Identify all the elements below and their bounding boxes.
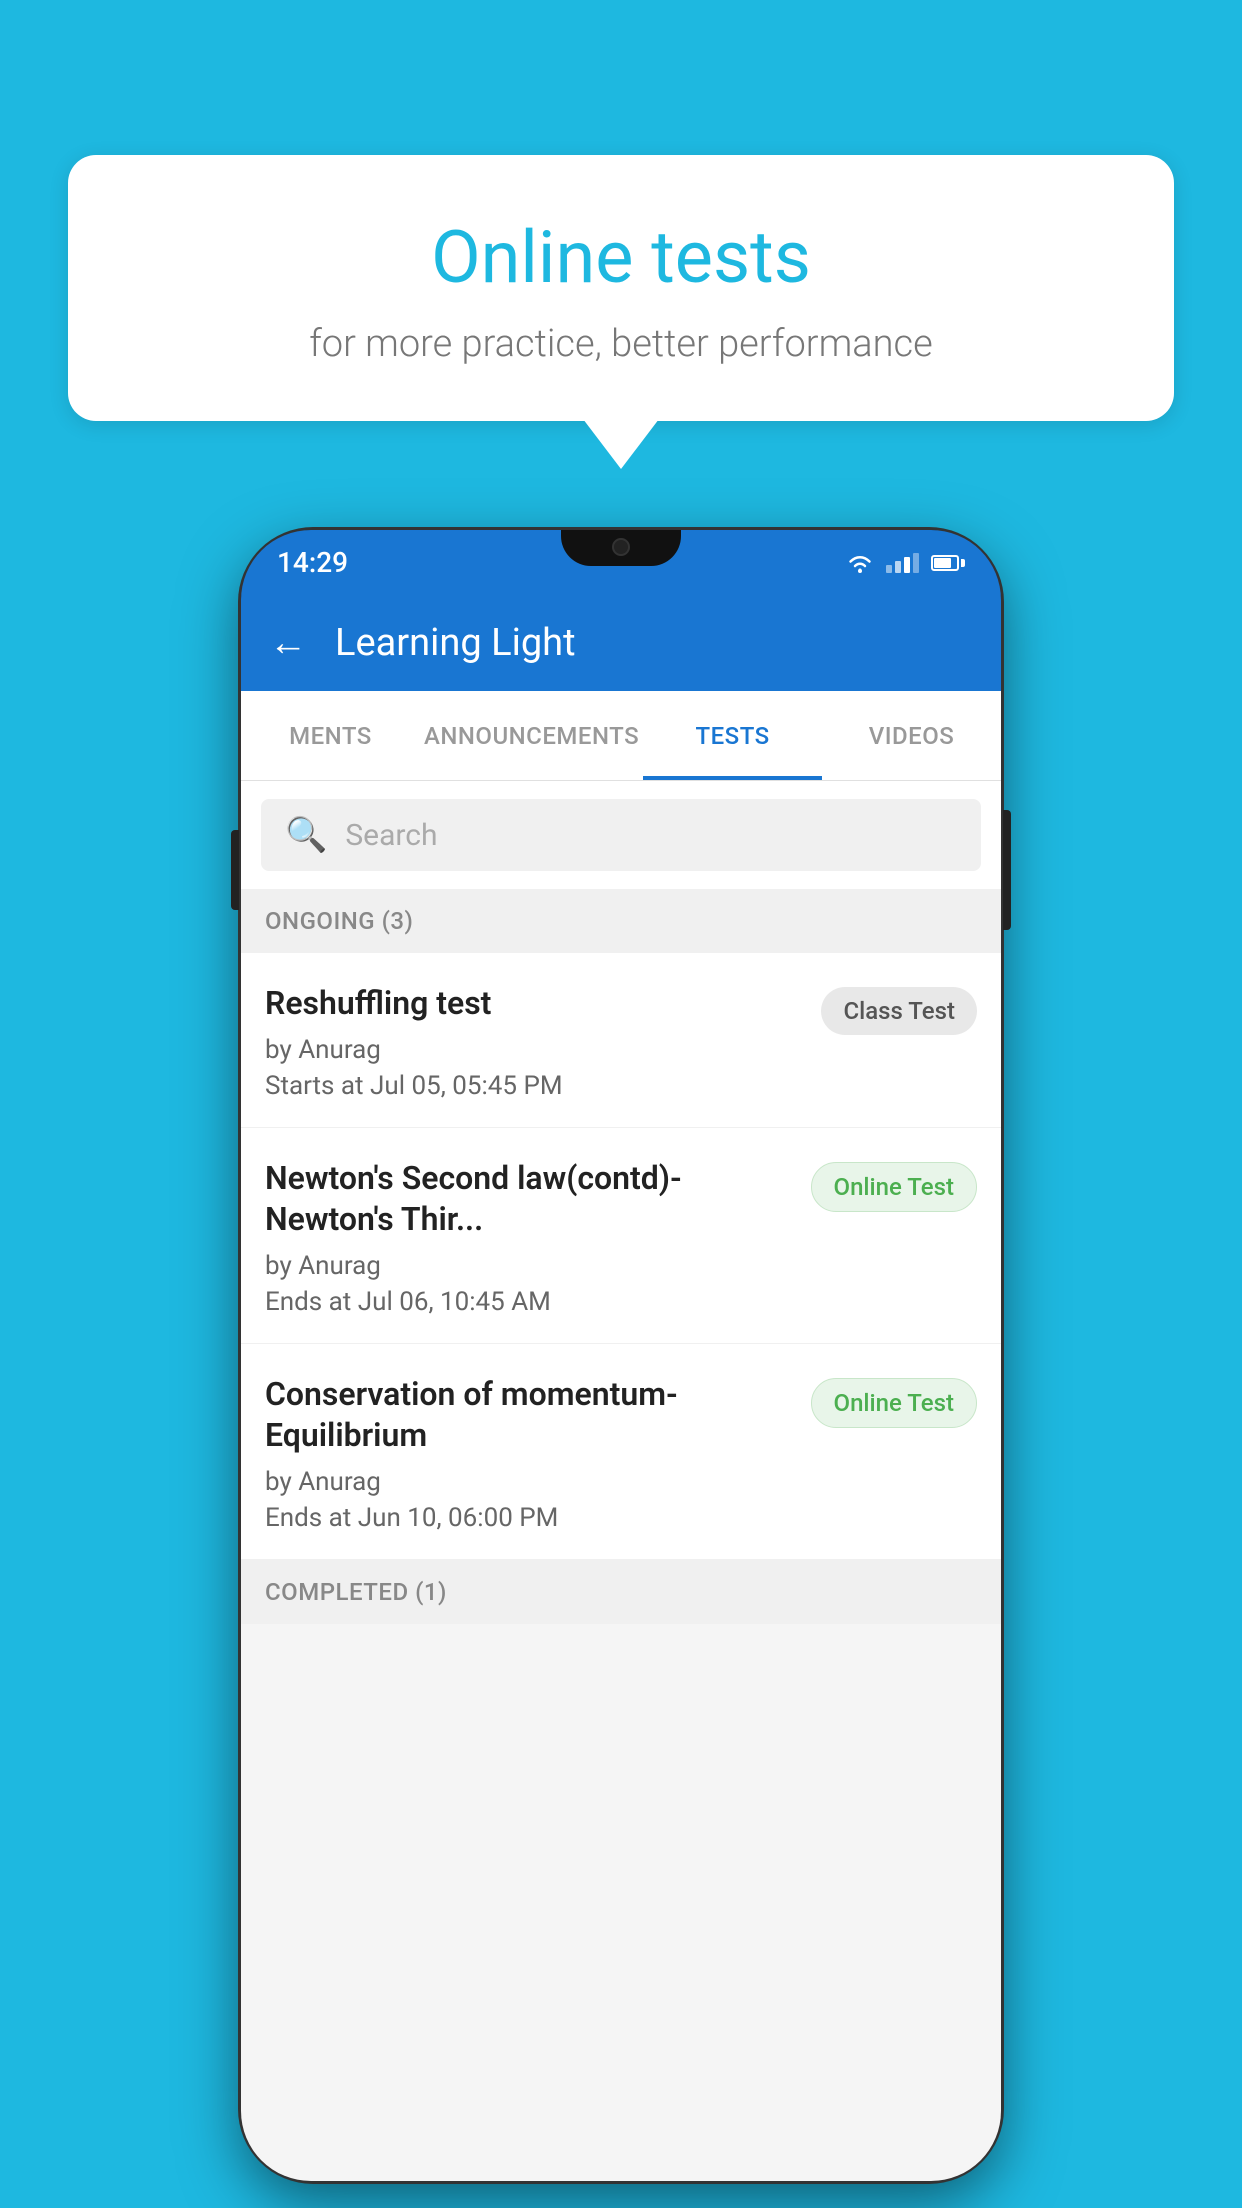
tab-announcements[interactable]: ANNOUNCEMENTS: [420, 691, 643, 780]
test-list: Reshuffling test by Anurag Starts at Jul…: [241, 953, 1001, 1560]
wifi-icon: [846, 552, 874, 574]
tabs-bar: MENTS ANNOUNCEMENTS TESTS VIDEOS: [241, 691, 1001, 781]
phone-mockup: 14:29: [241, 530, 1001, 2181]
test-author: by Anurag: [265, 1035, 805, 1065]
camera: [612, 538, 630, 556]
test-time: Ends at Jun 10, 06:00 PM: [265, 1503, 795, 1533]
tab-videos[interactable]: VIDEOS: [822, 691, 1001, 780]
app-bar: ← Learning Light: [241, 595, 1001, 691]
speech-bubble: Online tests for more practice, better p…: [68, 155, 1174, 421]
bubble-subtitle: for more practice, better performance: [118, 322, 1124, 366]
bubble-title: Online tests: [118, 215, 1124, 300]
status-time: 14:29: [277, 546, 348, 579]
content-area: 🔍 Search ONGOING (3) Reshuffling test by…: [241, 781, 1001, 2181]
signal-icon: [886, 553, 919, 573]
test-badge: Online Test: [811, 1162, 977, 1212]
tab-ments[interactable]: MENTS: [241, 691, 420, 780]
test-info: Reshuffling test by Anurag Starts at Jul…: [265, 983, 821, 1101]
test-info: Newton's Second law(contd)-Newton's Thir…: [265, 1158, 811, 1317]
phone-frame: 14:29: [241, 530, 1001, 2181]
test-item[interactable]: Conservation of momentum-Equilibrium by …: [241, 1344, 1001, 1560]
search-bar[interactable]: 🔍 Search: [261, 799, 981, 871]
test-item[interactable]: Newton's Second law(contd)-Newton's Thir…: [241, 1128, 1001, 1344]
test-time: Starts at Jul 05, 05:45 PM: [265, 1071, 805, 1101]
test-name: Conservation of momentum-Equilibrium: [265, 1374, 795, 1457]
phone-screen: 14:29: [241, 530, 1001, 2181]
back-button[interactable]: ←: [269, 624, 307, 662]
completed-section-header: COMPLETED (1): [241, 1560, 1001, 1624]
notch: [561, 530, 681, 566]
status-icons: [846, 552, 965, 574]
test-badge: Class Test: [821, 987, 977, 1035]
search-container: 🔍 Search: [241, 781, 1001, 889]
ongoing-section-header: ONGOING (3): [241, 889, 1001, 953]
test-author: by Anurag: [265, 1251, 795, 1281]
status-bar: 14:29: [241, 530, 1001, 595]
test-name: Reshuffling test: [265, 983, 805, 1025]
test-time: Ends at Jul 06, 10:45 AM: [265, 1287, 795, 1317]
test-info: Conservation of momentum-Equilibrium by …: [265, 1374, 811, 1533]
app-title: Learning Light: [335, 621, 576, 665]
search-input[interactable]: Search: [345, 818, 437, 853]
test-author: by Anurag: [265, 1467, 795, 1497]
test-item[interactable]: Reshuffling test by Anurag Starts at Jul…: [241, 953, 1001, 1128]
tab-tests[interactable]: TESTS: [643, 691, 822, 780]
search-icon: 🔍: [285, 815, 327, 855]
test-badge: Online Test: [811, 1378, 977, 1428]
battery-icon: [931, 555, 965, 571]
test-name: Newton's Second law(contd)-Newton's Thir…: [265, 1158, 795, 1241]
